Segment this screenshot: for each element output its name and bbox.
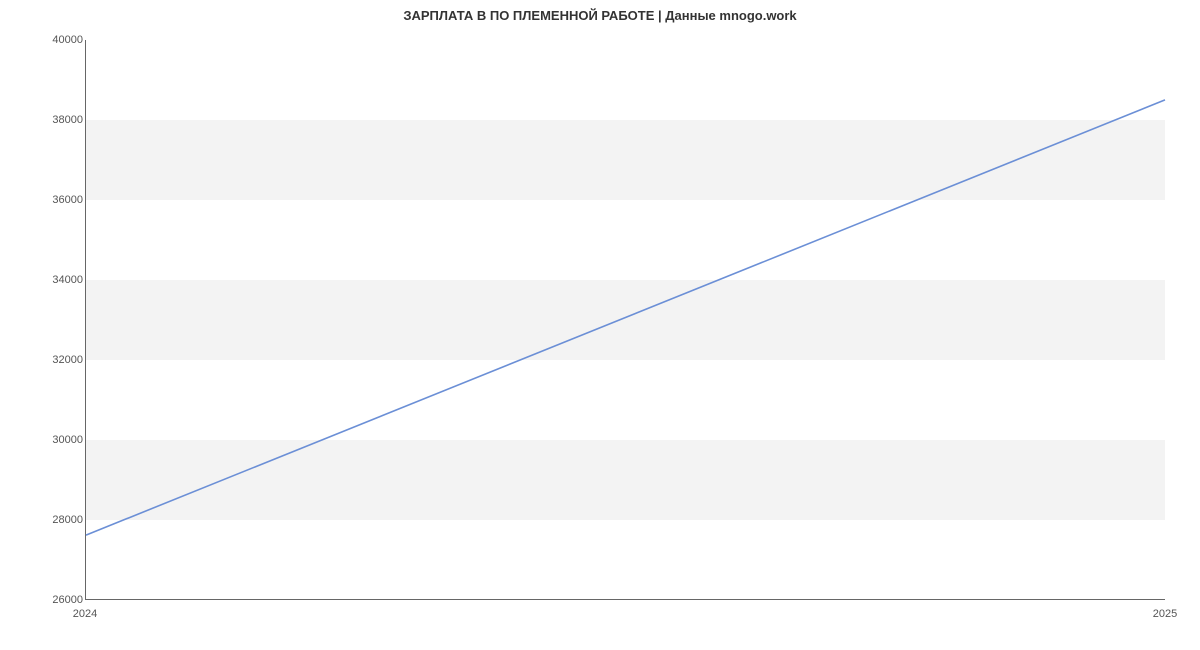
y-tick-label: 30000 <box>48 434 83 446</box>
y-tick-label: 40000 <box>48 34 83 46</box>
plot-area <box>85 40 1165 600</box>
y-tick-label: 32000 <box>48 354 83 366</box>
chart-container: ЗАРПЛАТА В ПО ПЛЕМЕННОЙ РАБОТЕ | Данные … <box>0 0 1200 650</box>
line-series <box>86 40 1165 599</box>
x-tick-label: 2024 <box>73 608 97 620</box>
y-tick-label: 38000 <box>48 114 83 126</box>
y-tick-label: 34000 <box>48 274 83 286</box>
y-tick-label: 28000 <box>48 514 83 526</box>
data-line <box>86 100 1165 535</box>
y-tick-label: 36000 <box>48 194 83 206</box>
x-tick-label: 2025 <box>1153 608 1177 620</box>
chart-title: ЗАРПЛАТА В ПО ПЛЕМЕННОЙ РАБОТЕ | Данные … <box>0 8 1200 23</box>
y-tick-label: 26000 <box>48 594 83 606</box>
